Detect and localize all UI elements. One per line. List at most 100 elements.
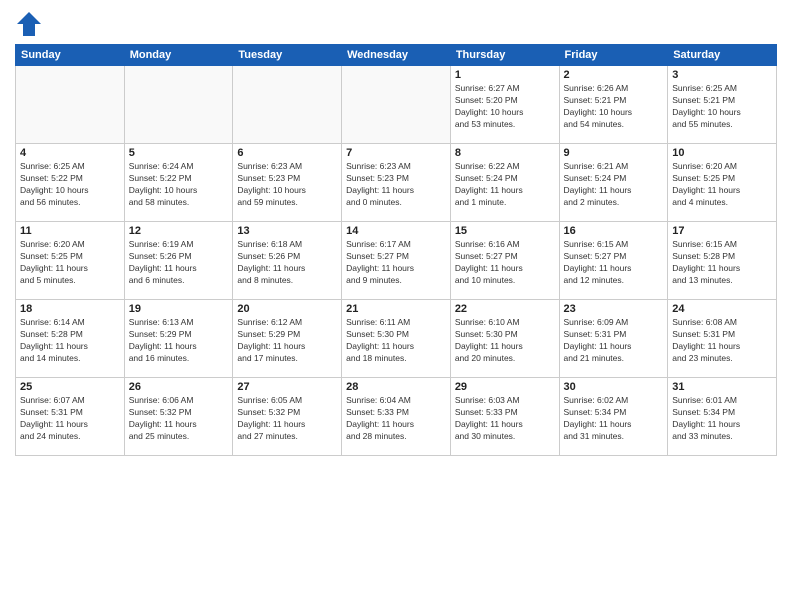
calendar-cell: 2 Sunrise: 6:26 AMSunset: 5:21 PMDaylight… (559, 66, 668, 144)
day-number: 20 (237, 303, 337, 315)
day-header-sunday: Sunday (16, 45, 125, 66)
day-number: 4 (20, 147, 120, 159)
calendar-cell: 19 Sunrise: 6:13 AMSunset: 5:29 PMDayligh… (124, 300, 233, 378)
day-number: 1 (455, 69, 555, 81)
day-number: 23 (564, 303, 664, 315)
day-info: Sunrise: 6:24 AMSunset: 5:22 PMDaylight:… (129, 161, 229, 209)
calendar-cell: 16 Sunrise: 6:15 AMSunset: 5:27 PMDayligh… (559, 222, 668, 300)
day-number: 18 (20, 303, 120, 315)
calendar-cell: 24 Sunrise: 6:08 AMSunset: 5:31 PMDayligh… (668, 300, 777, 378)
day-info: Sunrise: 6:01 AMSunset: 5:34 PMDaylight:… (672, 395, 772, 443)
calendar-cell: 20 Sunrise: 6:12 AMSunset: 5:29 PMDayligh… (233, 300, 342, 378)
day-info: Sunrise: 6:25 AMSunset: 5:21 PMDaylight:… (672, 83, 772, 131)
header (15, 10, 777, 38)
calendar-cell: 10 Sunrise: 6:20 AMSunset: 5:25 PMDayligh… (668, 144, 777, 222)
calendar-week-row: 18Sunrise: 6:14 AMSunset: 5:28 PMDayligh… (16, 300, 777, 378)
day-info: Sunrise: 6:13 AMSunset: 5:29 PMDaylight:… (129, 317, 229, 365)
day-number: 16 (564, 225, 664, 237)
day-info: Sunrise: 6:16 AMSunset: 5:27 PMDaylight:… (455, 239, 555, 287)
calendar-cell: 11 Sunrise: 6:20 AMSunset: 5:25 PMDayligh… (16, 222, 125, 300)
logo-icon (15, 10, 43, 38)
day-number: 6 (237, 147, 337, 159)
day-info: Sunrise: 6:23 AMSunset: 5:23 PMDaylight:… (346, 161, 446, 209)
calendar-week-row: 25 Sunrise: 6:07 AMSunset: 5:31 PMDayligh… (16, 378, 777, 456)
calendar-cell: 3 Sunrise: 6:25 AMSunset: 5:21 PMDaylight… (668, 66, 777, 144)
day-info: Sunrise: 6:20 AMSunset: 5:25 PMDaylight:… (672, 161, 772, 209)
day-number: 29 (455, 381, 555, 393)
day-number: 5 (129, 147, 229, 159)
calendar-week-row: 4Sunrise: 6:25 AMSunset: 5:22 PMDaylight… (16, 144, 777, 222)
calendar-cell: 13Sunrise: 6:18 AMSunset: 5:26 PMDayligh… (233, 222, 342, 300)
day-header-saturday: Saturday (668, 45, 777, 66)
day-number: 25 (20, 381, 120, 393)
logo (15, 10, 47, 38)
calendar-cell (233, 66, 342, 144)
calendar-cell: 7 Sunrise: 6:23 AMSunset: 5:23 PMDaylight… (342, 144, 451, 222)
calendar-cell: 12Sunrise: 6:19 AMSunset: 5:26 PMDayligh… (124, 222, 233, 300)
day-number: 19 (129, 303, 229, 315)
calendar-cell: 25 Sunrise: 6:07 AMSunset: 5:31 PMDayligh… (16, 378, 125, 456)
calendar-cell: 27 Sunrise: 6:05 AMSunset: 5:32 PMDayligh… (233, 378, 342, 456)
calendar-cell (342, 66, 451, 144)
day-number: 11 (20, 225, 120, 237)
day-header-wednesday: Wednesday (342, 45, 451, 66)
day-info: Sunrise: 6:15 AMSunset: 5:28 PMDaylight:… (672, 239, 772, 287)
day-info: Sunrise: 6:15 AMSunset: 5:27 PMDaylight:… (564, 239, 664, 287)
calendar-cell: 29 Sunrise: 6:03 AMSunset: 5:33 PMDayligh… (450, 378, 559, 456)
day-number: 30 (564, 381, 664, 393)
day-number: 3 (672, 69, 772, 81)
calendar-cell: 26Sunrise: 6:06 AMSunset: 5:32 PMDayligh… (124, 378, 233, 456)
day-info: Sunrise: 6:11 AMSunset: 5:30 PMDaylight:… (346, 317, 446, 365)
calendar-cell: 28 Sunrise: 6:04 AMSunset: 5:33 PMDayligh… (342, 378, 451, 456)
calendar-header-row: SundayMondayTuesdayWednesdayThursdayFrid… (16, 45, 777, 66)
day-info: Sunrise: 6:08 AMSunset: 5:31 PMDaylight:… (672, 317, 772, 365)
day-number: 13 (237, 225, 337, 237)
calendar-cell: 17 Sunrise: 6:15 AMSunset: 5:28 PMDayligh… (668, 222, 777, 300)
day-info: Sunrise: 6:10 AMSunset: 5:30 PMDaylight:… (455, 317, 555, 365)
calendar-cell: 8Sunrise: 6:22 AMSunset: 5:24 PMDaylight… (450, 144, 559, 222)
calendar-cell: 31 Sunrise: 6:01 AMSunset: 5:34 PMDayligh… (668, 378, 777, 456)
day-number: 14 (346, 225, 446, 237)
day-info: Sunrise: 6:26 AMSunset: 5:21 PMDaylight:… (564, 83, 664, 131)
day-number: 31 (672, 381, 772, 393)
day-number: 9 (564, 147, 664, 159)
day-number: 24 (672, 303, 772, 315)
calendar-cell: 5 Sunrise: 6:24 AMSunset: 5:22 PMDaylight… (124, 144, 233, 222)
day-info: Sunrise: 6:05 AMSunset: 5:32 PMDaylight:… (237, 395, 337, 443)
calendar-cell: 1Sunrise: 6:27 AMSunset: 5:20 PMDaylight… (450, 66, 559, 144)
day-number: 15 (455, 225, 555, 237)
day-number: 2 (564, 69, 664, 81)
day-number: 28 (346, 381, 446, 393)
day-info: Sunrise: 6:23 AMSunset: 5:23 PMDaylight:… (237, 161, 337, 209)
calendar-table: SundayMondayTuesdayWednesdayThursdayFrid… (15, 44, 777, 456)
calendar-cell (124, 66, 233, 144)
day-number: 10 (672, 147, 772, 159)
day-info: Sunrise: 6:07 AMSunset: 5:31 PMDaylight:… (20, 395, 120, 443)
calendar-cell: 22 Sunrise: 6:10 AMSunset: 5:30 PMDayligh… (450, 300, 559, 378)
day-info: Sunrise: 6:03 AMSunset: 5:33 PMDaylight:… (455, 395, 555, 443)
calendar-cell: 21Sunrise: 6:11 AMSunset: 5:30 PMDayligh… (342, 300, 451, 378)
day-number: 8 (455, 147, 555, 159)
calendar-cell: 30 Sunrise: 6:02 AMSunset: 5:34 PMDayligh… (559, 378, 668, 456)
calendar-cell (16, 66, 125, 144)
day-number: 27 (237, 381, 337, 393)
day-number: 7 (346, 147, 446, 159)
day-number: 22 (455, 303, 555, 315)
page: SundayMondayTuesdayWednesdayThursdayFrid… (0, 0, 792, 612)
calendar-cell: 9Sunrise: 6:21 AMSunset: 5:24 PMDaylight… (559, 144, 668, 222)
day-header-thursday: Thursday (450, 45, 559, 66)
day-info: Sunrise: 6:20 AMSunset: 5:25 PMDaylight:… (20, 239, 120, 287)
day-number: 17 (672, 225, 772, 237)
day-info: Sunrise: 6:12 AMSunset: 5:29 PMDaylight:… (237, 317, 337, 365)
day-header-monday: Monday (124, 45, 233, 66)
calendar-cell: 18Sunrise: 6:14 AMSunset: 5:28 PMDayligh… (16, 300, 125, 378)
day-header-tuesday: Tuesday (233, 45, 342, 66)
day-header-friday: Friday (559, 45, 668, 66)
day-info: Sunrise: 6:04 AMSunset: 5:33 PMDaylight:… (346, 395, 446, 443)
day-info: Sunrise: 6:02 AMSunset: 5:34 PMDaylight:… (564, 395, 664, 443)
calendar-cell: 6 Sunrise: 6:23 AMSunset: 5:23 PMDaylight… (233, 144, 342, 222)
calendar-cell: 15 Sunrise: 6:16 AMSunset: 5:27 PMDayligh… (450, 222, 559, 300)
calendar-cell: 23Sunrise: 6:09 AMSunset: 5:31 PMDayligh… (559, 300, 668, 378)
day-number: 26 (129, 381, 229, 393)
day-number: 12 (129, 225, 229, 237)
